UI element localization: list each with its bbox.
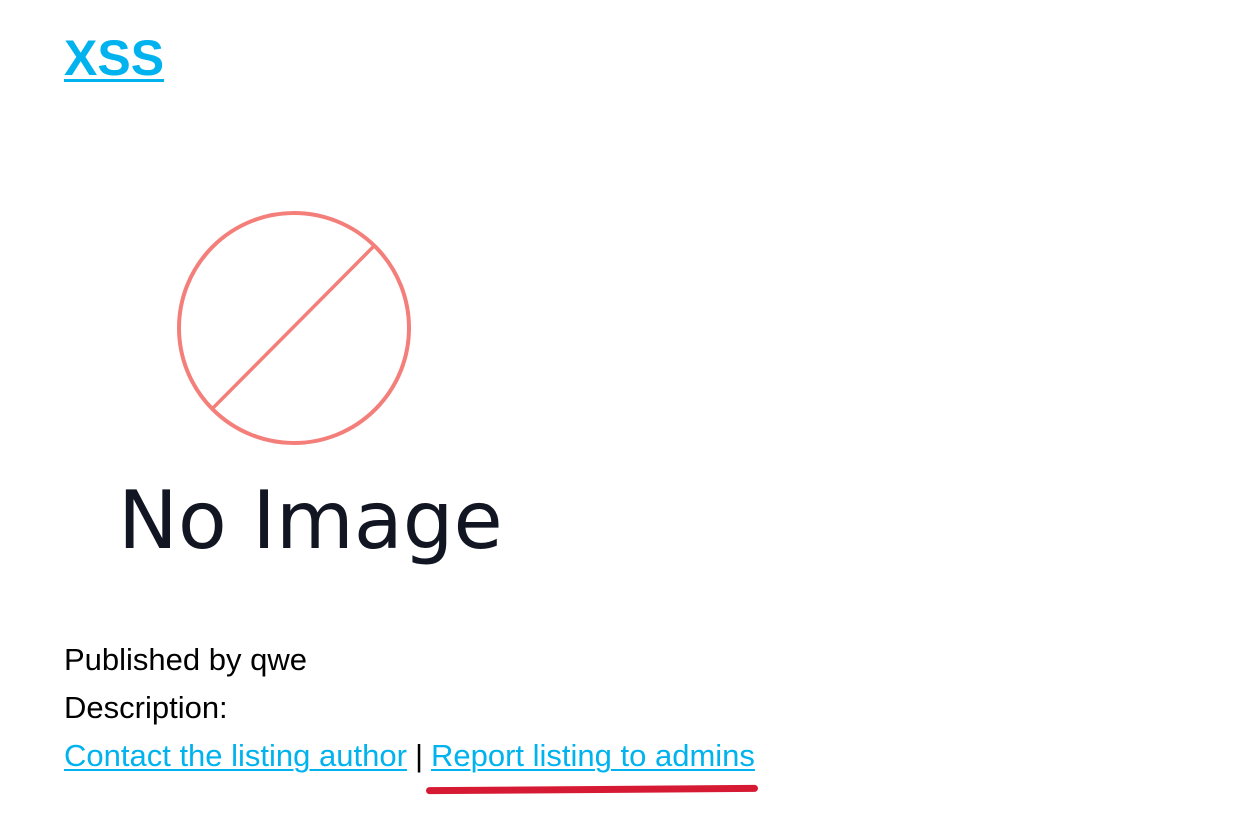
description-label: Description:	[64, 690, 228, 725]
listing-page: XSS No Image Published by qwe Descriptio…	[0, 0, 1234, 815]
report-listing-link[interactable]: Report listing to admins	[431, 738, 755, 773]
red-underline-annotation	[425, 784, 758, 795]
report-link-wrapper: Report listing to admins	[425, 732, 758, 795]
listing-actions: Contact the listing author | Report listin…	[64, 732, 758, 795]
prohibited-circle-icon	[177, 211, 411, 445]
listing-title-link[interactable]: XSS	[64, 28, 164, 88]
no-image-placeholder: No Image	[118, 211, 503, 567]
published-by-text: Published by qwe	[64, 642, 307, 677]
no-image-text: No Image	[118, 474, 503, 567]
contact-author-link[interactable]: Contact the listing author	[64, 738, 407, 773]
listing-image: No Image	[100, 195, 510, 585]
listing-meta: Published by qwe Description: Contact th…	[64, 636, 758, 795]
link-separator: |	[414, 738, 423, 773]
